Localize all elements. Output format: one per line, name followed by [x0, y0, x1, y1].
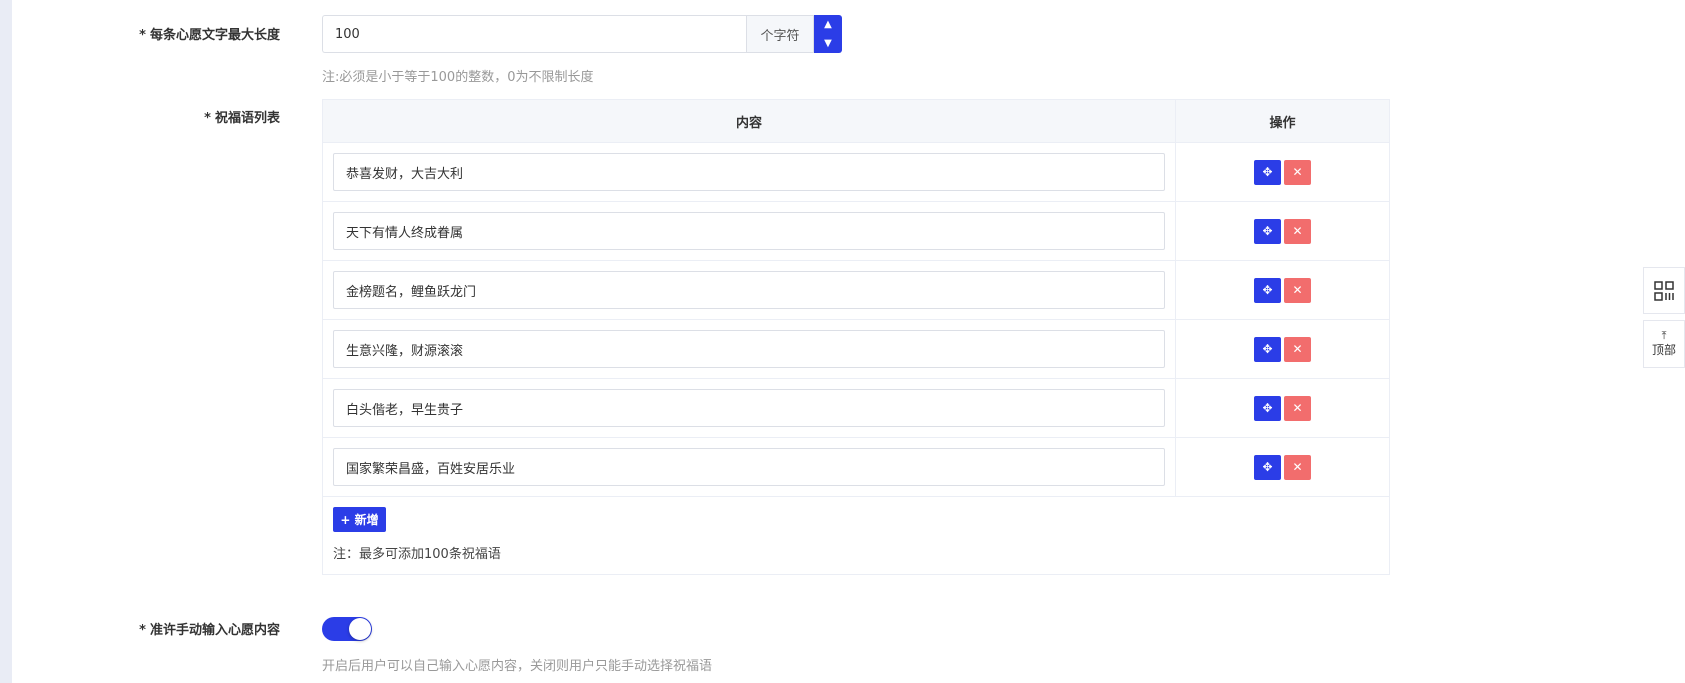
- move-button[interactable]: ✥: [1254, 395, 1281, 421]
- move-button[interactable]: ✥: [1254, 218, 1281, 244]
- blessing-input[interactable]: [333, 153, 1165, 191]
- blessing-input[interactable]: [333, 330, 1165, 368]
- manual-input-switch[interactable]: [322, 617, 372, 641]
- decrement-button[interactable]: ▼: [814, 34, 842, 53]
- table-row: ✥ ✕: [323, 438, 1389, 497]
- move-icon: ✥: [1262, 401, 1273, 415]
- blessing-input[interactable]: [333, 448, 1165, 486]
- add-blessing-button[interactable]: + 新增: [333, 507, 386, 532]
- close-icon: ✕: [1292, 283, 1303, 297]
- qrcode-icon: [1654, 280, 1674, 301]
- back-to-top-label: 顶部: [1651, 343, 1676, 357]
- delete-button[interactable]: ✕: [1284, 336, 1311, 362]
- move-button[interactable]: ✥: [1254, 159, 1281, 185]
- blessing-input[interactable]: [333, 271, 1165, 309]
- unit-addon: 个字符: [746, 15, 814, 53]
- back-to-top-button[interactable]: ⤒ 顶部: [1643, 320, 1685, 368]
- close-icon: ✕: [1292, 460, 1303, 474]
- max-length-tip: 注:必须是小于等于100的整数，0为不限制长度: [322, 70, 594, 85]
- header-operations: 操作: [1269, 115, 1296, 131]
- max-length-input-group: 个字符 ▲ ▼: [322, 15, 842, 53]
- move-button[interactable]: ✥: [1254, 277, 1281, 303]
- move-button[interactable]: ✥: [1254, 454, 1281, 480]
- manual-input-label: * 准许手动输入心愿内容: [139, 623, 280, 638]
- blessing-table: 内容 操作 ✥ ✕ ✥ ✕ ✥ ✕ ✥: [322, 99, 1390, 575]
- settings-panel: *每条心愿文字最大长度 个字符 ▲ ▼ 注:必须是小于等于100的整数，0为不限…: [12, 0, 1685, 683]
- switch-knob: [349, 618, 371, 640]
- table-row: ✥ ✕: [323, 261, 1389, 320]
- blessing-list-label: * 祝福语列表: [204, 111, 280, 126]
- table-header: 内容 操作: [323, 100, 1389, 143]
- table-row: ✥ ✕: [323, 143, 1389, 202]
- delete-button[interactable]: ✕: [1284, 454, 1311, 480]
- arrow-up-icon: ⤒: [1661, 329, 1667, 342]
- close-icon: ✕: [1292, 401, 1303, 415]
- delete-button[interactable]: ✕: [1284, 159, 1311, 185]
- blessing-input[interactable]: [333, 212, 1165, 250]
- chevron-down-icon: ▼: [824, 37, 832, 49]
- blessing-input[interactable]: [333, 389, 1165, 427]
- delete-button[interactable]: ✕: [1284, 395, 1311, 421]
- table-row: ✥ ✕: [323, 202, 1389, 261]
- max-length-label: * 每条心愿文字最大长度: [139, 28, 280, 43]
- chevron-up-icon: ▲: [824, 18, 832, 30]
- number-spinner: ▲ ▼: [814, 15, 842, 53]
- increment-button[interactable]: ▲: [814, 15, 842, 34]
- header-content: 内容: [323, 100, 1176, 142]
- move-icon: ✥: [1262, 342, 1273, 356]
- qrcode-button[interactable]: [1643, 267, 1685, 314]
- delete-button[interactable]: ✕: [1284, 218, 1311, 244]
- table-row: ✥ ✕: [323, 379, 1389, 438]
- move-button[interactable]: ✥: [1254, 336, 1281, 362]
- close-icon: ✕: [1292, 342, 1303, 356]
- move-icon: ✥: [1262, 460, 1273, 474]
- move-icon: ✥: [1262, 224, 1273, 238]
- manual-input-tip: 开启后用户可以自己输入心愿内容，关闭则用户只能手动选择祝福语: [322, 659, 713, 674]
- close-icon: ✕: [1292, 224, 1303, 238]
- close-icon: ✕: [1292, 165, 1303, 179]
- move-icon: ✥: [1262, 283, 1273, 297]
- table-footer: + 新增 注：最多可添加100条祝福语: [323, 497, 1389, 574]
- blessing-limit-note: 注：最多可添加100条祝福语: [333, 547, 501, 562]
- move-icon: ✥: [1262, 165, 1273, 179]
- max-length-input[interactable]: [322, 15, 746, 53]
- delete-button[interactable]: ✕: [1284, 277, 1311, 303]
- table-row: ✥ ✕: [323, 320, 1389, 379]
